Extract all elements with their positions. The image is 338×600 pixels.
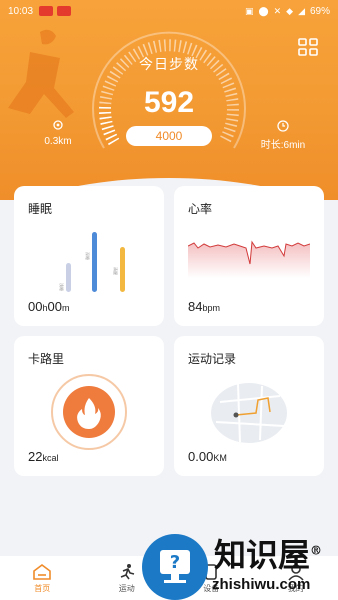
heart-rate-number: 84 — [188, 299, 203, 314]
steps-count: 592 — [143, 86, 195, 119]
flame-badge-icon — [51, 374, 127, 450]
exercise-distance-unit: KM — [213, 453, 227, 463]
mute-icon: ✕ — [273, 5, 282, 16]
notification-badge-icon — [39, 6, 54, 16]
duration-value: 时长:6min — [260, 140, 306, 151]
nav-home[interactable]: 首页 — [0, 556, 85, 600]
distance-stat: 0.3km — [38, 120, 78, 147]
run-icon — [120, 563, 134, 579]
signal-icon: ◢ — [298, 5, 305, 16]
svg-text:?: ? — [170, 552, 180, 573]
calories-value: 22kcal — [28, 449, 58, 464]
location-icon: ⬤ — [258, 5, 269, 16]
duration-stat: 时长:6min — [252, 120, 314, 151]
notification-badge-icon — [57, 6, 72, 16]
nav-home-label: 首页 — [34, 583, 51, 593]
exercise-record-card[interactable]: 运动记录 0.00KM — [174, 336, 324, 476]
sleep-card[interactable]: 睡眠 浅睡 深睡清醒 00h00m — [14, 186, 164, 326]
sleep-bar-label: 深睡 — [85, 252, 90, 260]
heart-rate-waveform — [188, 240, 310, 278]
status-bar: 10:03 ▣ ⬤ ✕ ◆ ◢ 69% — [0, 0, 338, 22]
heart-rate-card[interactable]: 心率 84bpm — [174, 186, 324, 326]
exercise-distance: 0.00 — [188, 449, 214, 464]
exercise-record-title: 运动记录 — [188, 352, 237, 366]
sleep-value: 00h00m — [28, 299, 69, 314]
route-map-icon — [211, 383, 287, 443]
sleep-bar — [66, 262, 71, 292]
grid-menu-icon[interactable] — [298, 38, 318, 56]
sleep-bar-label: 浅睡 — [59, 282, 64, 291]
steps-goal-button[interactable]: 4000 — [126, 126, 212, 146]
status-icons: ▣ ⬤ ✕ ◆ ◢ 69% — [245, 6, 330, 17]
watermark-domain: zhishiwu.com — [212, 576, 311, 593]
steps-title: 今日步数 — [139, 56, 199, 72]
wifi-icon: ◆ — [286, 5, 294, 16]
sleep-title: 睡眠 — [28, 202, 53, 216]
nav-exercise-label: 运动 — [118, 583, 135, 593]
help-monitor-icon: ? — [160, 550, 190, 583]
clock-icon — [277, 120, 289, 132]
battery-level: 69% — [309, 5, 330, 17]
sleep-bar — [120, 247, 125, 292]
sleep-hours: 00 — [28, 299, 43, 314]
calories-unit: kcal — [42, 453, 59, 463]
heart-rate-unit: bpm — [202, 303, 220, 313]
calories-card[interactable]: 卡路里 22kcal — [14, 336, 164, 476]
home-icon — [33, 563, 52, 580]
exercise-record-value: 0.00KM — [188, 449, 227, 464]
distance-value: 0.3km — [44, 136, 72, 147]
sleep-minutes: 00 — [47, 299, 62, 314]
calories-number: 22 — [28, 449, 43, 464]
image-icon: ▣ — [245, 5, 254, 16]
heart-rate-title: 心率 — [188, 202, 213, 216]
sleep-bar — [92, 232, 97, 292]
calories-title: 卡路里 — [28, 352, 65, 366]
location-pin-icon — [53, 120, 63, 130]
status-time: 10:03 — [8, 5, 34, 17]
heart-rate-value: 84bpm — [188, 299, 220, 314]
sleep-bar-label: 清醒 — [113, 267, 118, 276]
watermark-registered-mark: ® — [310, 543, 323, 558]
watermark-title: 知识屋® — [214, 536, 323, 574]
watermark-logo: ? — [142, 534, 208, 600]
sleep-minutes-unit: m — [61, 303, 70, 313]
